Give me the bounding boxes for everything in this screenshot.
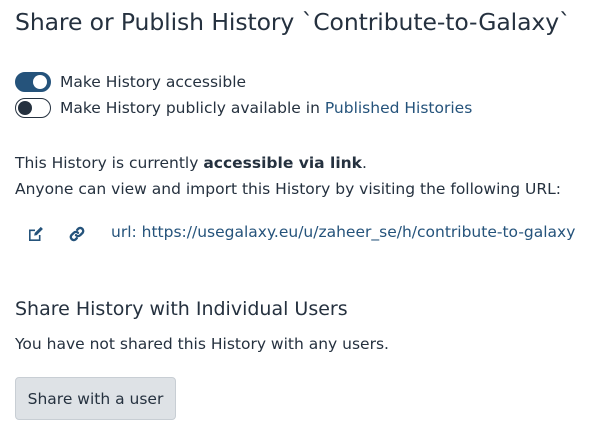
status-emphasis: accessible via link <box>203 154 362 172</box>
status-suffix: . <box>361 154 367 172</box>
toggle-knob <box>18 101 32 115</box>
no-shares-message: You have not shared this History with an… <box>15 335 389 353</box>
make-public-row: Make History publicly available in Publi… <box>15 98 472 118</box>
history-url-row: url: https://usegalaxy.eu/u/zaheer_se/h/… <box>15 222 590 246</box>
access-status-line: This History is currently accessible via… <box>15 150 561 176</box>
page-title: Share or Publish History `Contribute-to-… <box>15 8 571 36</box>
edit-icon[interactable] <box>26 225 44 243</box>
share-with-user-button[interactable]: Share with a user <box>15 377 176 420</box>
status-prefix: This History is currently <box>15 154 204 172</box>
make-accessible-label[interactable]: Make History accessible <box>60 73 246 91</box>
make-accessible-toggle[interactable] <box>15 72 51 92</box>
access-instructions: Anyone can view and import this History … <box>15 180 561 198</box>
make-public-toggle[interactable] <box>15 98 51 118</box>
published-histories-link[interactable]: Published Histories <box>325 99 472 117</box>
share-users-heading: Share History with Individual Users <box>15 298 348 320</box>
link-icon[interactable] <box>68 225 86 243</box>
toggle-knob <box>33 75 47 89</box>
make-public-label-text: Make History publicly available in <box>60 99 325 117</box>
access-status: This History is currently accessible via… <box>15 150 561 202</box>
make-accessible-row: Make History accessible <box>15 72 246 92</box>
history-url-link[interactable]: url: https://usegalaxy.eu/u/zaheer_se/h/… <box>111 223 575 241</box>
make-public-label[interactable]: Make History publicly available in Publi… <box>60 99 472 117</box>
